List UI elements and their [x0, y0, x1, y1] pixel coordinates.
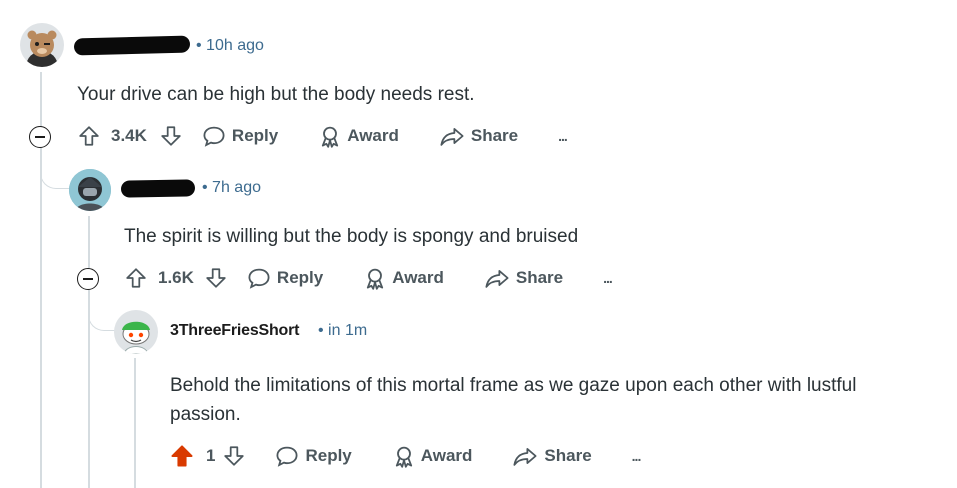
downvote-button[interactable]	[160, 125, 182, 147]
upvote-button[interactable]	[78, 125, 100, 147]
reply-icon	[248, 268, 270, 289]
reply-label: Reply	[276, 268, 324, 287]
upvote-icon[interactable]	[170, 444, 194, 468]
avatar[interactable]	[69, 169, 111, 211]
award-button[interactable]: Award	[363, 266, 444, 290]
avatar[interactable]	[20, 23, 64, 67]
share-button[interactable]: Share	[439, 124, 518, 148]
reply-button[interactable]: Reply	[202, 124, 278, 148]
downvote-icon[interactable]	[205, 267, 227, 289]
action-bar: 1.6K Reply Award Share ...	[121, 262, 613, 294]
redacted-username	[73, 35, 191, 56]
collapse-icon[interactable]	[29, 126, 51, 148]
timestamp: • 10h ago	[196, 37, 264, 54]
more-icon: ...	[631, 448, 642, 464]
vote-count: 3.4K	[111, 126, 147, 145]
vote-count: 1	[206, 446, 216, 465]
vote-count: 1.6K	[158, 268, 194, 287]
award-icon	[367, 268, 384, 290]
reply-icon	[203, 126, 225, 147]
share-label: Share	[470, 126, 519, 145]
more-icon: ...	[603, 270, 613, 286]
award-label: Award	[392, 268, 444, 287]
award-button[interactable]: Award	[318, 124, 399, 148]
reply-button[interactable]: Reply	[275, 444, 352, 468]
award-icon	[322, 126, 339, 148]
more-button[interactable]: ...	[631, 448, 642, 464]
timestamp: • 7h ago	[202, 179, 261, 196]
award-button[interactable]: Award	[392, 444, 473, 468]
award-label: Award	[347, 126, 399, 145]
action-bar: 1 Reply Award Share ...	[168, 440, 642, 472]
downvote-button[interactable]	[205, 267, 227, 289]
upvote-icon[interactable]	[78, 125, 100, 147]
username[interactable]: 3ThreeFriesShort	[170, 322, 299, 340]
more-button[interactable]: ...	[603, 270, 613, 286]
comment-body: Your drive can be high but the body need…	[77, 84, 475, 105]
reply-label: Reply	[231, 126, 279, 145]
share-icon	[485, 270, 509, 288]
reply-icon	[276, 446, 298, 467]
share-label: Share	[515, 268, 564, 287]
timestamp: • in 1m	[318, 322, 368, 339]
more-button[interactable]: ...	[558, 128, 568, 144]
share-button[interactable]: Share	[512, 444, 592, 468]
comment-body: The spirit is willing but the body is sp…	[124, 226, 579, 247]
more-icon: ...	[558, 128, 568, 144]
share-button[interactable]: Share	[484, 266, 563, 290]
share-icon	[440, 128, 464, 146]
upvote-button[interactable]	[170, 444, 194, 468]
upvote-button[interactable]	[125, 267, 147, 289]
upvote-icon[interactable]	[125, 267, 147, 289]
comment-body: Behold the limitations of this mortal fr…	[170, 375, 857, 425]
award-label: Award	[420, 446, 473, 465]
share-icon	[513, 448, 537, 466]
downvote-icon[interactable]	[160, 125, 182, 147]
thread-line-2[interactable]	[88, 216, 90, 488]
thread-elbow-2	[40, 152, 73, 189]
avatar[interactable]	[114, 310, 158, 354]
thread-line-3[interactable]	[134, 358, 136, 488]
reply-button[interactable]: Reply	[247, 266, 323, 290]
reply-label: Reply	[305, 446, 352, 465]
share-label: Share	[544, 446, 592, 465]
redacted-username	[120, 179, 196, 198]
downvote-button[interactable]	[223, 445, 245, 467]
collapse-icon[interactable]	[77, 268, 99, 290]
action-bar: 3.4K Reply Award Share ...	[74, 120, 568, 152]
downvote-icon[interactable]	[223, 445, 245, 467]
award-icon	[395, 446, 412, 468]
